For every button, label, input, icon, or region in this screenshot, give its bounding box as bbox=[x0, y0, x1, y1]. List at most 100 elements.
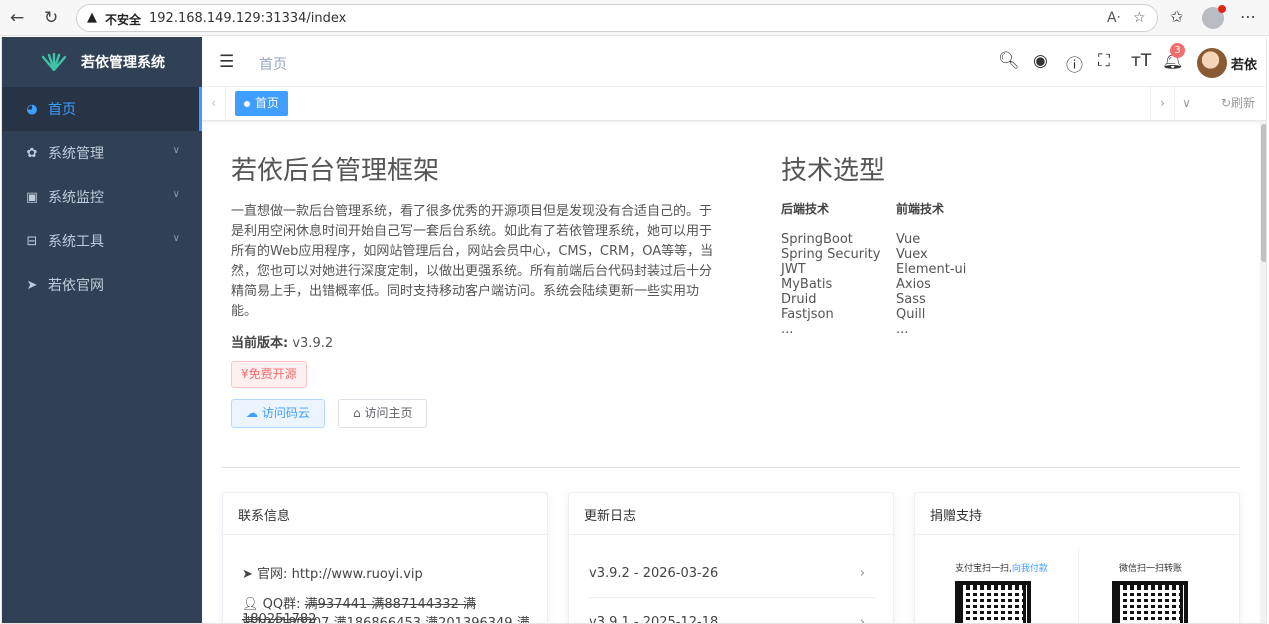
changelog-item[interactable]: v3.9.1 - 2025-12-18 › bbox=[589, 598, 875, 624]
frontend-tech-list: 前端技术 Vue Vuex Element-ui Axios Sass Quil… bbox=[896, 200, 966, 337]
profile-alert-dot bbox=[1218, 5, 1226, 13]
contact-card: 联系信息 ➤ 官网: http://www.ruoyi.vip 👤︎ QQ群: … bbox=[222, 492, 548, 624]
sidebar-item-system-monitor[interactable]: ▣ 系统监控 ∨ bbox=[2, 175, 202, 219]
website-link[interactable]: http://www.ruoyi.vip bbox=[292, 567, 423, 582]
fullscreen-icon[interactable]: ⛶ bbox=[1098, 51, 1110, 71]
tech-item: Druid bbox=[781, 292, 817, 307]
hamburger-icon[interactable]: ☰ bbox=[219, 52, 234, 72]
tech-item: Vue bbox=[896, 232, 921, 247]
card-title: 联系信息 bbox=[223, 493, 547, 535]
favorites-icon[interactable]: ✩ bbox=[1170, 7, 1183, 26]
profile-avatar[interactable] bbox=[1202, 5, 1226, 29]
tech-title: 技术选型 bbox=[781, 156, 886, 186]
donate-card: 捐赠支持 支付宝扫一扫,向我付款 微信扫一扫转账 bbox=[914, 492, 1240, 623]
ruoyi-logo-icon bbox=[41, 53, 67, 71]
chevron-down-icon[interactable]: ∨ bbox=[1174, 87, 1198, 120]
version-line: 当前版本: v3.9.2 bbox=[231, 332, 333, 351]
section-divider bbox=[222, 467, 1240, 468]
qq-groups-cont: 满104180207 满186866453 满201396349 满 bbox=[242, 616, 530, 624]
alipay-qr-code bbox=[955, 581, 1031, 623]
free-open-source-tag: ¥免费开源 bbox=[231, 361, 307, 388]
chevron-down-icon: ∨ bbox=[172, 233, 180, 244]
button-label: 访问主页 bbox=[364, 406, 413, 420]
github-icon[interactable]: ◉ bbox=[1033, 51, 1048, 71]
wechat-label: 微信扫一扫转账 bbox=[1119, 564, 1183, 574]
toolbox-icon: ⊟ bbox=[26, 233, 38, 249]
security-label: 不安全 bbox=[105, 13, 142, 27]
sidebar-item-official-site[interactable]: ➤ 若依官网 bbox=[2, 263, 202, 307]
tech-item: Quill bbox=[896, 307, 926, 322]
refresh-button[interactable]: ↻刷新 bbox=[1208, 87, 1266, 120]
dashboard-content: 若依后台管理框架 一直想做一款后台管理系统，看了很多优秀的开源项目但是发现没有合… bbox=[202, 122, 1266, 624]
read-aloud-icon[interactable]: Aᐧ bbox=[1107, 10, 1120, 26]
tech-item: JWT bbox=[781, 262, 806, 277]
page-title: 若依后台管理框架 bbox=[231, 156, 440, 186]
chevron-down-icon: ∨ bbox=[172, 145, 180, 156]
search-icon[interactable]: 🔍︎ bbox=[998, 51, 1020, 71]
user-icon: 👤︎ bbox=[242, 597, 259, 612]
sidebar-item-label: 系统监控 bbox=[48, 190, 104, 206]
sidebar-item-label: 首页 bbox=[48, 102, 76, 118]
visit-home-button[interactable]: ⌂ 访问主页 bbox=[338, 399, 428, 428]
reload-icon[interactable]: ↻ bbox=[44, 8, 58, 28]
font-size-icon[interactable]: ᴛT bbox=[1131, 51, 1151, 71]
sidebar-logo[interactable]: 若依管理系统 bbox=[2, 37, 202, 87]
tech-item: Spring Security bbox=[781, 247, 881, 262]
send-icon: ➤ bbox=[26, 277, 38, 293]
top-navbar: ☰ 首页 🔍︎ ◉ ⓘ ⛶ ᴛT 🔔︎ 3 若依 bbox=[202, 37, 1266, 87]
more-menu-icon[interactable]: ⋯ bbox=[1240, 7, 1256, 26]
version-label: 当前版本: bbox=[231, 336, 289, 351]
warning-icon: ▲ bbox=[87, 10, 97, 25]
tab-home[interactable]: 首页 bbox=[235, 91, 289, 116]
notification-badge: 3 bbox=[1170, 43, 1185, 58]
send-icon: ➤ bbox=[242, 567, 253, 582]
tech-item: SpringBoot bbox=[781, 232, 853, 247]
back-icon[interactable]: ← bbox=[10, 8, 24, 28]
url-text[interactable]: 192.168.149.129:31334/index bbox=[149, 11, 346, 26]
breadcrumb[interactable]: 首页 bbox=[259, 54, 287, 74]
chevron-down-icon: ∨ bbox=[172, 189, 180, 200]
tech-item: MyBatis bbox=[781, 277, 833, 292]
sidebar-item-system-tools[interactable]: ⊟ 系统工具 ∨ bbox=[2, 219, 202, 263]
favorite-star-icon[interactable]: ☆ bbox=[1133, 10, 1146, 26]
alipay-text: 支付宝扫一扫, bbox=[955, 564, 1012, 574]
gear-icon: ✿ bbox=[26, 145, 38, 161]
refresh-label: 刷新 bbox=[1231, 96, 1256, 110]
version-value: v3.9.2 bbox=[292, 336, 334, 351]
scroll-left-icon[interactable]: ‹ bbox=[202, 87, 226, 120]
scrollbar[interactable] bbox=[1260, 122, 1266, 623]
tech-item: Vuex bbox=[896, 247, 928, 262]
app-window: 若依管理系统 ◕ 首页 ✿ 系统管理 ∨ ▣ 系统监控 ∨ ⊟ 系统工具 ∨ ➤… bbox=[1, 37, 1267, 624]
scrollbar-thumb[interactable] bbox=[1261, 124, 1266, 262]
backend-tech-list: 后端技术 SpringBoot Spring Security JWT MyBa… bbox=[781, 200, 880, 337]
changelog-version: v3.9.2 - 2026-03-26 bbox=[589, 566, 719, 581]
tech-item: Fastjson bbox=[781, 307, 834, 322]
wechat-qr-code bbox=[1112, 581, 1188, 623]
dashboard-icon: ◕ bbox=[26, 101, 38, 117]
help-icon[interactable]: ⓘ bbox=[1066, 51, 1083, 76]
scroll-right-icon[interactable]: › bbox=[1150, 87, 1174, 120]
address-bar[interactable]: ▲ 不安全 192.168.149.129:31334/index Aᐧ ☆ bbox=[76, 4, 1158, 32]
website-label: 官网: bbox=[257, 567, 288, 582]
avatar[interactable] bbox=[1197, 48, 1227, 78]
donate-divider bbox=[1078, 549, 1079, 623]
changelog-item[interactable]: v3.9.2 - 2026-03-26 › bbox=[589, 549, 875, 598]
button-label: 访问码云 bbox=[261, 406, 310, 420]
main-area: ☰ 首页 🔍︎ ◉ ⓘ ⛶ ᴛT 🔔︎ 3 若依 ‹ 首页 › ∨ ↻刷新 若依… bbox=[202, 37, 1266, 624]
tech-item: ... bbox=[896, 322, 909, 337]
tech-item: Axios bbox=[896, 277, 931, 292]
changelog-card: 更新日志 v3.9.2 - 2026-03-26 › v3.9.1 - 2025… bbox=[568, 492, 894, 624]
sidebar: 若依管理系统 ◕ 首页 ✿ 系统管理 ∨ ▣ 系统监控 ∨ ⊟ 系统工具 ∨ ➤… bbox=[2, 37, 202, 623]
browser-toolbar: ← ↻ ▲ 不安全 192.168.149.129:31334/index Aᐧ… bbox=[0, 0, 1269, 36]
tech-item: Element-ui bbox=[896, 262, 967, 277]
sidebar-item-home[interactable]: ◕ 首页 bbox=[2, 87, 202, 131]
username[interactable]: 若依 bbox=[1231, 54, 1257, 73]
chevron-right-icon: › bbox=[859, 615, 865, 624]
tags-view: ‹ 首页 › ∨ ↻刷新 bbox=[202, 87, 1266, 121]
chevron-right-icon: › bbox=[859, 566, 865, 581]
sidebar-item-system-management[interactable]: ✿ 系统管理 ∨ bbox=[2, 131, 202, 175]
visit-gitee-button[interactable]: ☁ 访问码云 bbox=[231, 399, 325, 428]
qq-label: QQ群: bbox=[262, 597, 301, 612]
frontend-header: 前端技术 bbox=[896, 202, 945, 216]
alipay-link[interactable]: 向我付款 bbox=[1012, 564, 1048, 574]
